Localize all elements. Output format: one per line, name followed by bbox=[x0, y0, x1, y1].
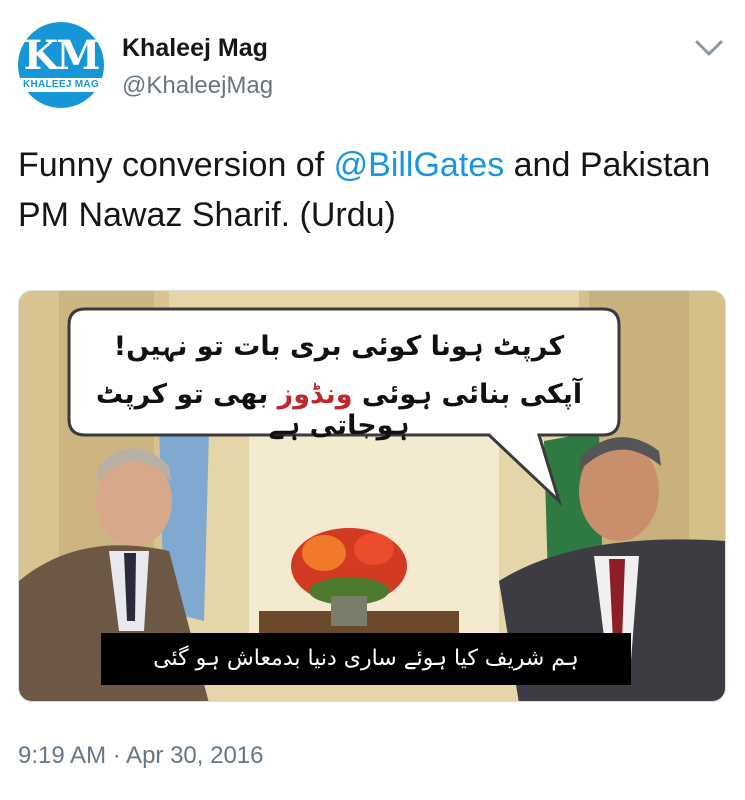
tweet-text-before: Funny conversion of bbox=[18, 146, 334, 184]
bubble-highlight-word: ونڈوز bbox=[277, 379, 353, 410]
video-subtitle: ہم شریف کیا ہوئے ساری دنیا بدمعاش ہو گئی bbox=[101, 633, 631, 685]
chevron-down-icon[interactable] bbox=[694, 36, 724, 60]
avatar[interactable]: KM KHALEEJ MAG bbox=[18, 22, 104, 108]
bubble-line-2-part-1: آپکی بنائی ہوئی bbox=[352, 379, 583, 410]
display-name[interactable]: Khaleej Mag bbox=[122, 34, 268, 63]
tweet-media[interactable]: کرپٹ ہونا کوئی بری بات تو نہیں! آپکی بنا… bbox=[18, 290, 726, 702]
bubble-line-2: آپکی بنائی ہوئی ونڈوز بھی تو کرپٹ ہوجاتی… bbox=[79, 379, 599, 441]
bubble-line-1: کرپٹ ہونا کوئی بری بات تو نہیں! bbox=[113, 331, 565, 362]
user-handle[interactable]: @KhaleejMag bbox=[122, 72, 273, 100]
avatar-band-text: KHALEEJ MAG bbox=[22, 79, 100, 90]
mention-link[interactable]: @BillGates bbox=[334, 146, 505, 184]
tweet-text: Funny conversion of @BillGates and Pakis… bbox=[18, 140, 718, 240]
tweet: KM KHALEEJ MAG Khaleej Mag @KhaleejMag F… bbox=[0, 0, 745, 800]
avatar-band: KHALEEJ MAG bbox=[18, 78, 104, 92]
tweet-timestamp[interactable]: 9:19 AM · Apr 30, 2016 bbox=[18, 742, 264, 770]
avatar-monogram: KM bbox=[23, 32, 100, 79]
